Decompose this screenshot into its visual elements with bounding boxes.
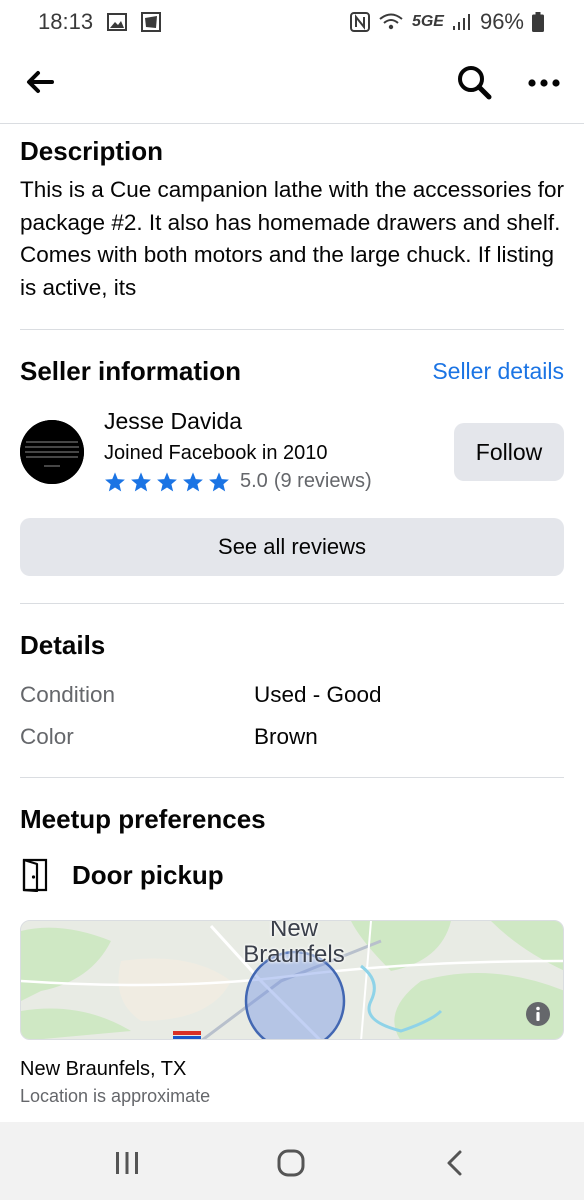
- chevron-left-icon: [447, 1150, 462, 1176]
- top-app-bar: [0, 44, 584, 124]
- location-note: Location is approximate: [20, 1086, 211, 1106]
- seller-joined-date: Joined Facebook in 2010: [104, 442, 328, 464]
- wifi-icon: [378, 12, 404, 32]
- see-all-reviews-button[interactable]: See all reviews: [20, 518, 564, 576]
- home-icon: [277, 1149, 305, 1177]
- meetup-heading: Meetup preferences: [20, 804, 266, 834]
- battery-icon: [532, 12, 544, 32]
- recent-apps-button[interactable]: [112, 1148, 142, 1178]
- back-nav-button[interactable]: [440, 1148, 470, 1178]
- seller-rating[interactable]: 5.0 (9 reviews): [104, 470, 372, 493]
- star-icon: [157, 471, 177, 491]
- location-name: New Braunfels, TX: [20, 1058, 187, 1080]
- detail-value: Used - Good: [254, 682, 382, 707]
- seller-name[interactable]: Jesse Davida: [104, 408, 242, 435]
- seller-info-heading: Seller information: [20, 356, 242, 386]
- network-type: 5GE: [411, 13, 444, 30]
- detail-label: Condition: [20, 682, 116, 707]
- nfc-icon: [349, 12, 370, 32]
- details-heading: Details: [20, 630, 106, 660]
- avatar-image: [20, 420, 84, 484]
- rating-value: 5.0: [240, 470, 268, 492]
- divider: [20, 603, 564, 604]
- map-label-line1: New: [269, 921, 318, 941]
- back-button[interactable]: [22, 64, 58, 100]
- status-bar: 18:13 5GE 96%: [0, 0, 584, 44]
- signal-icon: [452, 13, 472, 31]
- recent-apps-icon: [116, 1152, 138, 1174]
- star-icon: [131, 471, 151, 491]
- system-nav-bar: [0, 1122, 584, 1200]
- seller-details-link[interactable]: Seller details: [432, 358, 564, 385]
- reviews-count: (9 reviews): [273, 470, 372, 492]
- map-label-line2: Braunfels: [243, 941, 345, 968]
- arrow-left-icon: [27, 71, 54, 93]
- detail-label: Color: [20, 724, 74, 749]
- door-pickup-row: Door pickup: [20, 858, 224, 892]
- more-horizontal-icon: [528, 79, 560, 87]
- follow-button[interactable]: Follow: [454, 423, 564, 481]
- door-pickup-label: Door pickup: [72, 859, 224, 890]
- more-options-button[interactable]: [524, 68, 564, 98]
- avatar[interactable]: [20, 420, 84, 484]
- location-map[interactable]: New Braunfels: [20, 920, 564, 1040]
- divider: [20, 329, 564, 330]
- door-icon: [22, 858, 48, 892]
- search-button[interactable]: [454, 62, 494, 102]
- status-time: 18:13: [38, 9, 94, 34]
- map-city-label: New Braunfels: [209, 921, 379, 969]
- star-icon: [209, 471, 229, 491]
- description-text: This is a Cue campanion lathe with the a…: [20, 177, 565, 300]
- star-icon: [105, 471, 125, 491]
- home-button[interactable]: [276, 1148, 306, 1178]
- description-heading: Description: [20, 136, 164, 166]
- detail-value: Brown: [254, 724, 318, 749]
- image-notification-icon: [107, 13, 128, 31]
- battery-percent: 96%: [479, 9, 524, 34]
- info-icon[interactable]: [525, 1001, 551, 1027]
- search-icon: [458, 66, 492, 100]
- app-notification-icon: [141, 12, 162, 32]
- divider: [20, 777, 564, 778]
- star-icon: [183, 471, 203, 491]
